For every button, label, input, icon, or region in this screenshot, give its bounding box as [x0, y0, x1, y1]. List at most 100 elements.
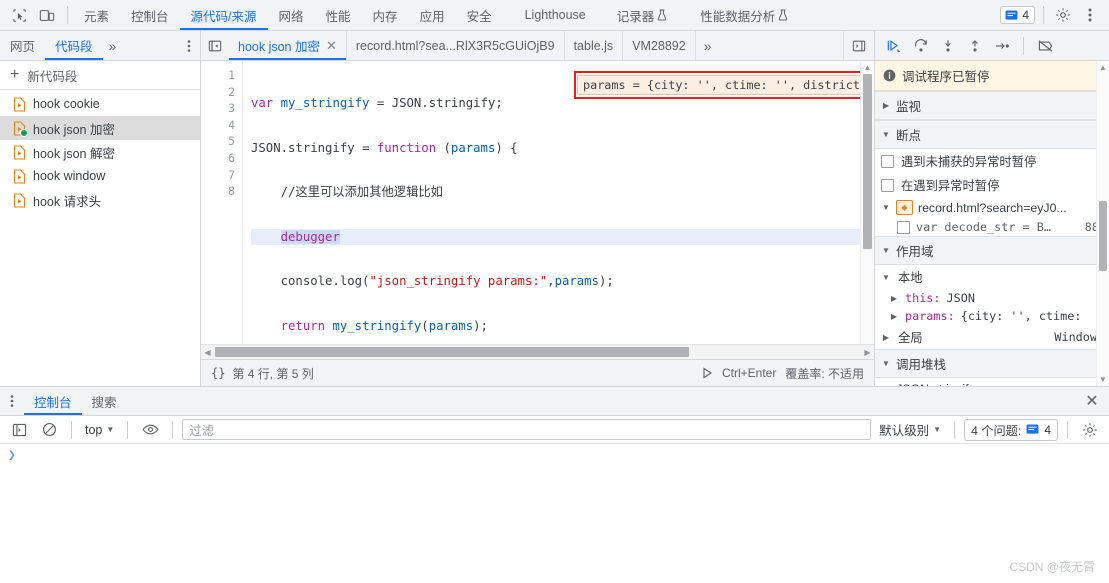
device-toolbar-icon[interactable] [34, 2, 60, 28]
snippet-item-hook-window[interactable]: hook window [0, 164, 200, 188]
tab-security[interactable]: 安全 [456, 0, 503, 30]
breakpoint-item[interactable]: var decode_str = B… 88 [875, 218, 1109, 236]
issues-count: 4 [1022, 8, 1029, 22]
section-scope[interactable]: ▼ 作用域 [875, 236, 1109, 265]
breakpoint-file-group[interactable]: ▼ ◆ record.html?search=eyJ0... [875, 197, 1109, 218]
console-filter-input[interactable]: 过滤 [182, 419, 872, 440]
snippet-item-hook-cookie[interactable]: hook cookie [0, 92, 200, 116]
deactivate-breakpoints-icon[interactable] [1034, 35, 1056, 57]
scope-group-global[interactable]: ▶ 全局 Window [875, 325, 1109, 349]
pause-on-exceptions-checkbox[interactable] [881, 178, 894, 192]
run-icon[interactable] [702, 367, 713, 379]
code-content[interactable]: var my_stringify = JSON.stringify; JSON.… [242, 61, 874, 344]
gear-icon[interactable] [1077, 417, 1103, 443]
pause-on-uncaught-exceptions-label: 遇到未捕获的异常时暂停 [901, 155, 1037, 169]
code-line-5: console.log("json_stringify params:",par… [251, 274, 614, 289]
pause-on-uncaught-exceptions-row[interactable]: 遇到未捕获的异常时暂停 [875, 149, 1109, 173]
navigator-tabbar-spacer [122, 31, 178, 60]
chevron-right-icon: ▶ [882, 332, 890, 342]
console-issues-badge[interactable]: 4 个问题: 4 [964, 418, 1058, 441]
console-prompt[interactable]: ❯ [0, 444, 1109, 467]
editor-tab-table-js[interactable]: table.js [565, 31, 624, 60]
kebab-menu-icon[interactable] [1077, 2, 1103, 28]
tab-network[interactable]: 网络 [268, 0, 315, 30]
tab-memory[interactable]: 内存 [362, 0, 409, 30]
editor-tab-vm28892[interactable]: VM28892 [623, 31, 696, 60]
scrollbar-thumb[interactable] [215, 347, 689, 357]
section-scope-label: 作用域 [896, 245, 934, 259]
new-snippet-button[interactable]: + 新代码段 [0, 61, 200, 90]
console-sidebar-icon[interactable] [6, 417, 32, 443]
line-number: 2 [228, 84, 235, 99]
section-breakpoints[interactable]: ▼ 断点 [875, 120, 1109, 149]
section-callstack[interactable]: ▼ 调用堆栈 [875, 349, 1109, 378]
scroll-right-arrow[interactable]: ▶ [861, 348, 874, 357]
tab-console[interactable]: 控制台 [120, 0, 180, 30]
snippet-item-hook-headers[interactable]: hook 请求头 [0, 188, 200, 212]
scroll-up-arrow[interactable]: ▲ [861, 61, 874, 74]
scope-entry-params[interactable]: ▶ params: {city: '', ctime: [875, 307, 1109, 325]
console-context-selector[interactable]: top ▼ [81, 423, 118, 437]
show-navigator-icon[interactable] [201, 31, 229, 60]
debugger-vertical-scrollbar[interactable]: ▲ ▼ [1096, 61, 1109, 386]
tab-performance[interactable]: 性能 [315, 0, 362, 30]
editor-vertical-scrollbar[interactable]: ▲ [860, 61, 874, 344]
toolbar-divider [1043, 6, 1044, 24]
sources-panel: 网页 代码段 » + 新代码段 hook cookie hook json 加密… [0, 31, 1109, 386]
pause-on-uncaught-exceptions-checkbox[interactable] [881, 154, 894, 168]
console-output[interactable]: ❯ CSDN @夜无霄 [0, 444, 1109, 583]
scroll-up-arrow[interactable]: ▲ [1097, 61, 1109, 74]
section-watch[interactable]: ▶ 监视 [875, 91, 1109, 120]
snippet-item-hook-json-encrypt[interactable]: hook json 加密 [0, 116, 200, 140]
code-editor[interactable]: 1 2 3 4 5 6 7 8 var my_stringify = JSON.… [201, 61, 874, 344]
console-level-selector[interactable]: 默认级别 ▼ [875, 420, 945, 439]
show-debugger-icon[interactable] [844, 31, 874, 60]
editor-tab-more[interactable]: » [696, 31, 720, 60]
tab-sources[interactable]: 源代码/来源 [179, 0, 268, 30]
breakpoint-checkbox[interactable] [897, 220, 910, 234]
coverage-label: 覆盖率: 不适用 [785, 366, 864, 381]
tab-performance-insights[interactable]: 性能数据分析 [678, 0, 799, 30]
scrollbar-thumb[interactable] [863, 74, 872, 249]
drawer-tab-search[interactable]: 搜索 [82, 387, 127, 415]
navigator-more-options-icon[interactable] [178, 31, 200, 60]
resume-icon[interactable] [883, 35, 905, 57]
drawer-tab-console[interactable]: 控制台 [24, 387, 82, 415]
step-over-icon[interactable] [910, 35, 932, 57]
step-icon[interactable] [991, 35, 1013, 57]
live-expression-icon[interactable] [137, 417, 163, 443]
navigator-tab-snippets[interactable]: 代码段 [45, 31, 103, 60]
gear-icon[interactable] [1050, 2, 1076, 28]
callstack-frame[interactable]: ➡ JSON.stringify [875, 378, 1109, 386]
step-into-icon[interactable] [937, 35, 959, 57]
callstack-frame-name: JSON.stringify [896, 382, 975, 386]
editor-tab-record-html[interactable]: record.html?sea...RlX3R5cGUiOjB9 [347, 31, 565, 60]
issues-badge[interactable]: 4 [1000, 6, 1035, 24]
tab-application[interactable]: 应用 [409, 0, 456, 30]
navigator-tab-page[interactable]: 网页 [0, 31, 45, 60]
format-icon[interactable]: {} [211, 366, 225, 380]
tab-recorder[interactable]: 记录器 [597, 0, 679, 30]
scroll-down-arrow[interactable]: ▼ [1097, 373, 1109, 386]
scope-group-local[interactable]: ▼ 本地 [875, 265, 1109, 289]
tab-elements[interactable]: 元素 [73, 0, 120, 30]
navigator-tab-more[interactable]: » [103, 31, 123, 60]
close-icon[interactable]: ✕ [326, 39, 337, 52]
toolbar-divider [67, 6, 68, 24]
scroll-left-arrow[interactable]: ◀ [201, 348, 214, 357]
pause-on-exceptions-row[interactable]: 在遇到异常时暂停 [875, 173, 1109, 197]
snippet-file-icon [13, 144, 26, 160]
kebab-menu-icon[interactable] [0, 387, 24, 415]
editor-tab-hook-json-encrypt[interactable]: hook json 加密 ✕ [229, 31, 347, 60]
scope-entry-key: this: [905, 291, 941, 305]
tab-lighthouse[interactable]: Lighthouse [503, 0, 597, 30]
scrollbar-thumb[interactable] [1099, 201, 1107, 271]
snippet-item-hook-json-decrypt[interactable]: hook json 解密 [0, 140, 200, 164]
editor-horizontal-scrollbar[interactable]: ◀ ▶ [201, 344, 874, 359]
inspect-icon[interactable] [6, 2, 32, 28]
step-out-icon[interactable] [964, 35, 986, 57]
scope-entry-this[interactable]: ▶ this: JSON [875, 289, 1109, 307]
close-icon[interactable]: ✕ [1075, 387, 1109, 415]
snippet-file-icon [13, 120, 28, 137]
clear-console-icon[interactable] [36, 417, 62, 443]
